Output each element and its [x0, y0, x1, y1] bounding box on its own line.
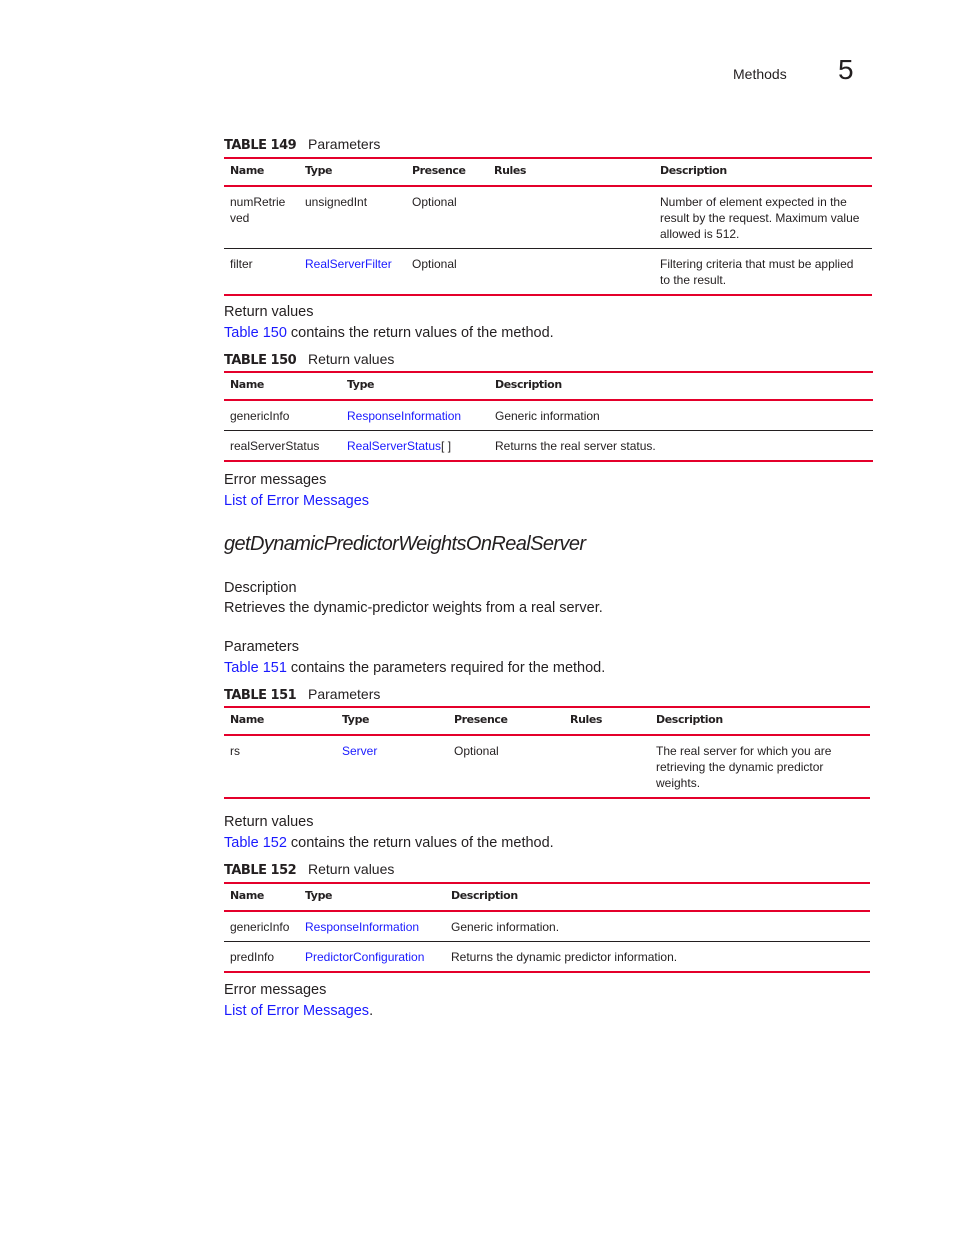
return-values-intro: Table 150 contains the return values of … — [224, 325, 554, 341]
table-row: genericInfo ResponseInformation Generic … — [224, 911, 870, 942]
type-link[interactable]: RealServerFilter — [305, 257, 392, 271]
cell-name: realServerStatus — [224, 430, 341, 462]
column-header: Description — [445, 882, 870, 912]
column-header: Description — [654, 157, 872, 187]
parameters-heading: Parameters — [224, 639, 299, 655]
table-number: TABLE 151 — [224, 688, 297, 703]
return-values-heading: Return values — [224, 814, 314, 830]
return-values-intro: Table 152 contains the return values of … — [224, 835, 554, 851]
cell-name: genericInfo — [224, 400, 341, 431]
column-header: Rules — [488, 157, 654, 187]
column-header: Presence — [448, 706, 564, 736]
table-header-row: Name Type Description — [224, 882, 870, 912]
table-149: Name Type Presence Rules Description num… — [224, 157, 872, 296]
table-150: Name Type Description genericInfo Respon… — [224, 371, 873, 462]
type-link[interactable]: ResponseInformation — [305, 920, 419, 934]
cell-description: Returns the dynamic predictor informatio… — [445, 941, 870, 973]
cell-presence: Optional — [406, 248, 488, 296]
error-messages-heading: Error messages — [224, 982, 327, 998]
description-heading: Description — [224, 580, 297, 596]
table-header-row: Name Type Presence Rules Description — [224, 706, 870, 736]
table-row: numRetrie ved unsignedInt Optional Numbe… — [224, 186, 872, 249]
parameters-intro: Table 151 contains the parameters requir… — [224, 660, 606, 676]
error-messages-line: List of Error Messages — [224, 493, 369, 509]
table-row: predInfo PredictorConfiguration Returns … — [224, 941, 870, 973]
table-152-link[interactable]: Table 152 — [224, 835, 287, 851]
table-151-caption: TABLE 151 Parameters — [224, 686, 380, 703]
table-150-caption: TABLE 150 Return values — [224, 351, 394, 368]
column-header: Description — [489, 371, 873, 401]
table-number: TABLE 152 — [224, 863, 297, 878]
type-link[interactable]: Server — [342, 744, 377, 758]
column-header: Type — [341, 371, 489, 401]
table-152-caption: TABLE 152 Return values — [224, 861, 394, 878]
cell-name: numRetrie ved — [224, 186, 299, 249]
cell-name: rs — [224, 735, 336, 799]
cell-description: Generic information — [489, 400, 873, 431]
type-link[interactable]: ResponseInformation — [347, 409, 461, 423]
cell-name: predInfo — [224, 941, 299, 973]
type-link[interactable]: RealServerStatus — [347, 439, 441, 453]
table-row: genericInfo ResponseInformation Generic … — [224, 400, 873, 431]
description-text: Retrieves the dynamic-predictor weights … — [224, 600, 603, 616]
error-messages-link[interactable]: List of Error Messages — [224, 1003, 369, 1019]
cell-description: Number of element expected in the result… — [654, 186, 872, 249]
table-number: TABLE 149 — [224, 138, 297, 153]
table-149-caption: TABLE 149 Parameters — [224, 136, 380, 153]
column-header: Rules — [564, 706, 650, 736]
table-152: Name Type Description genericInfo Respon… — [224, 882, 870, 973]
column-header: Name — [224, 882, 299, 912]
cell-name: genericInfo — [224, 911, 299, 942]
table-title: Parameters — [308, 686, 381, 702]
error-messages-line: List of Error Messages. — [224, 1003, 374, 1019]
error-messages-heading: Error messages — [224, 472, 327, 488]
table-row: rs Server Optional The real server for w… — [224, 735, 870, 799]
column-header: Name — [224, 157, 299, 187]
cell-type: unsignedInt — [299, 186, 406, 249]
chapter-number: 5 — [838, 54, 854, 85]
table-row: filter RealServerFilter Optional Filteri… — [224, 248, 872, 296]
table-header-row: Name Type Description — [224, 371, 873, 401]
column-header: Type — [336, 706, 448, 736]
array-suffix: [ ] — [441, 439, 452, 453]
table-150-link[interactable]: Table 150 — [224, 325, 287, 341]
method-title: getDynamicPredictorWeightsOnRealServer — [224, 533, 586, 555]
cell-rules — [488, 248, 654, 296]
cell-name: filter — [224, 248, 299, 296]
column-header: Presence — [406, 157, 488, 187]
cell-description: The real server for which you are retrie… — [650, 735, 870, 799]
table-151: Name Type Presence Rules Description rs … — [224, 706, 870, 799]
column-header: Name — [224, 371, 341, 401]
column-header: Name — [224, 706, 336, 736]
cell-description: Generic information. — [445, 911, 870, 942]
table-number: TABLE 150 — [224, 353, 297, 368]
table-row: realServerStatus RealServerStatus[ ] Ret… — [224, 430, 873, 462]
cell-description: Filtering criteria that must be applied … — [654, 248, 872, 296]
table-title: Parameters — [308, 136, 381, 152]
table-151-link[interactable]: Table 151 — [224, 660, 287, 676]
column-header: Type — [299, 157, 406, 187]
table-title: Return values — [308, 351, 395, 367]
cell-presence: Optional — [406, 186, 488, 249]
column-header: Type — [299, 882, 445, 912]
cell-rules — [488, 186, 654, 249]
table-title: Return values — [308, 861, 395, 877]
return-values-heading: Return values — [224, 304, 314, 320]
running-header-section: Methods — [733, 66, 787, 82]
table-header-row: Name Type Presence Rules Description — [224, 157, 872, 187]
type-link[interactable]: PredictorConfiguration — [305, 950, 424, 964]
cell-presence: Optional — [448, 735, 564, 799]
cell-description: Returns the real server status. — [489, 430, 873, 462]
error-messages-link[interactable]: List of Error Messages — [224, 493, 369, 509]
cell-rules — [564, 735, 650, 799]
column-header: Description — [650, 706, 870, 736]
